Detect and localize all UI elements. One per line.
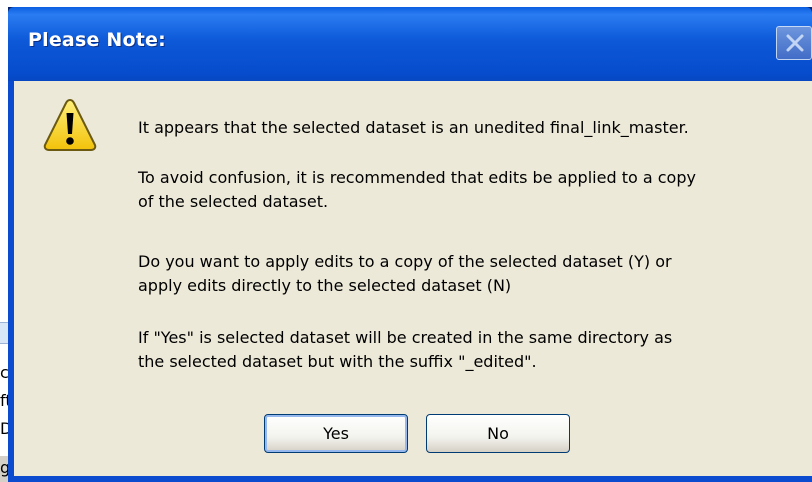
message-line: Do you want to apply edits to a copy of … — [138, 252, 672, 271]
message-line: apply edits directly to the selected dat… — [138, 276, 512, 295]
message-line: To avoid confusion, it is recommended th… — [138, 168, 696, 187]
message-line: It appears that the selected dataset is … — [138, 118, 689, 137]
yes-button[interactable]: Yes — [264, 414, 408, 453]
message-line: of the selected dataset. — [138, 192, 329, 211]
no-button[interactable]: No — [426, 414, 570, 453]
message-line: If "Yes" is selected dataset will be cre… — [138, 328, 673, 347]
dialog-title: Please Note: — [28, 29, 166, 51]
dialog-frame — [8, 476, 812, 482]
close-button[interactable] — [776, 26, 812, 60]
close-icon — [786, 34, 804, 52]
warning-icon — [43, 98, 97, 151]
message-line: the selected dataset but with the suffix… — [138, 352, 537, 371]
